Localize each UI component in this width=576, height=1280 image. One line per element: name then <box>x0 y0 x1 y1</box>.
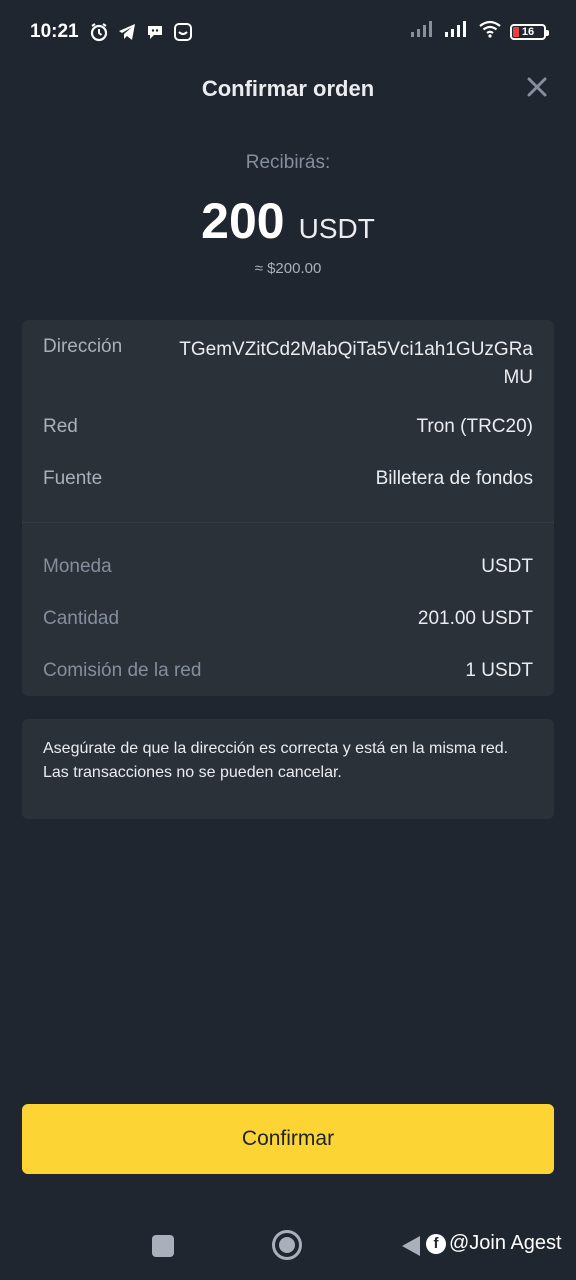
back-button[interactable] <box>400 1234 422 1263</box>
receive-unit: USDT <box>298 213 375 244</box>
divider <box>22 522 554 523</box>
signal-icon <box>444 20 470 43</box>
facebook-icon: f <box>426 1233 446 1254</box>
system-nav-bar: f @Join Agest <box>0 1210 576 1280</box>
network-value: Tron (TRC20) <box>416 416 533 437</box>
recent-apps-button[interactable] <box>152 1235 174 1257</box>
wifi-icon <box>478 20 502 43</box>
fee-label: Comisión de la red <box>43 660 202 681</box>
receive-amount-row: 200 USDT <box>0 192 576 250</box>
source-value: Billetera de fondos <box>375 468 533 489</box>
header: Confirmar orden <box>0 66 576 112</box>
home-button[interactable] <box>272 1230 302 1260</box>
network-label: Red <box>43 416 78 437</box>
status-time: 10:21 <box>30 21 79 42</box>
quantity-label: Cantidad <box>43 608 120 629</box>
battery-level: 16 <box>521 25 535 38</box>
detail-row-fee: Comisión de la red 1 USDT <box>43 660 533 682</box>
receive-label: Recibirás: <box>245 152 331 173</box>
warning-line-2: Las transacciones no se pueden cancelar. <box>43 763 342 781</box>
watermark-text: @Join Agest <box>449 1232 562 1254</box>
address-value: TGemVZitCd2MabQiTa5Vci1ah1GUzGRaMU <box>179 339 533 388</box>
address-label: Dirección <box>43 336 123 357</box>
chat-icon <box>145 22 165 42</box>
confirm-button[interactable]: Confirmar <box>22 1104 554 1174</box>
status-bar: 10:21 16 <box>0 0 576 64</box>
app-icon <box>173 22 193 42</box>
telegram-icon <box>117 22 137 42</box>
detail-row-source: Fuente Billetera de fondos <box>43 468 533 490</box>
source-label: Fuente <box>43 468 103 489</box>
receive-fiat-value: ≈ $200.00 <box>254 260 322 277</box>
detail-row-coin: Moneda USDT <box>43 556 533 578</box>
coin-label: Moneda <box>43 556 112 577</box>
close-button[interactable] <box>522 74 552 104</box>
signal-icon <box>410 20 436 43</box>
detail-row-address: Dirección TGemVZitCd2MabQiTa5Vci1ah1GUzG… <box>43 336 533 392</box>
page-title: Confirmar orden <box>201 76 375 101</box>
warning-notice: Asegúrate de que la dirección es correct… <box>22 719 554 819</box>
notification-icons <box>89 22 193 42</box>
close-icon <box>527 77 547 102</box>
detail-row-network: Red Tron (TRC20) <box>43 416 533 438</box>
alarm-icon <box>89 22 109 42</box>
battery-icon: 16 <box>510 23 549 40</box>
detail-row-quantity: Cantidad 201.00 USDT <box>43 608 533 630</box>
order-details-card: Dirección TGemVZitCd2MabQiTa5Vci1ah1GUzG… <box>22 320 554 696</box>
receive-amount: 200 <box>201 193 285 249</box>
fee-value: 1 USDT <box>465 660 533 681</box>
warning-line-1: Asegúrate de que la dirección es correct… <box>43 740 509 757</box>
coin-value: USDT <box>481 556 533 577</box>
watermark: f @Join Agest <box>426 1232 562 1255</box>
system-status-icons: 16 <box>410 20 549 43</box>
quantity-value: 201.00 USDT <box>417 608 533 629</box>
